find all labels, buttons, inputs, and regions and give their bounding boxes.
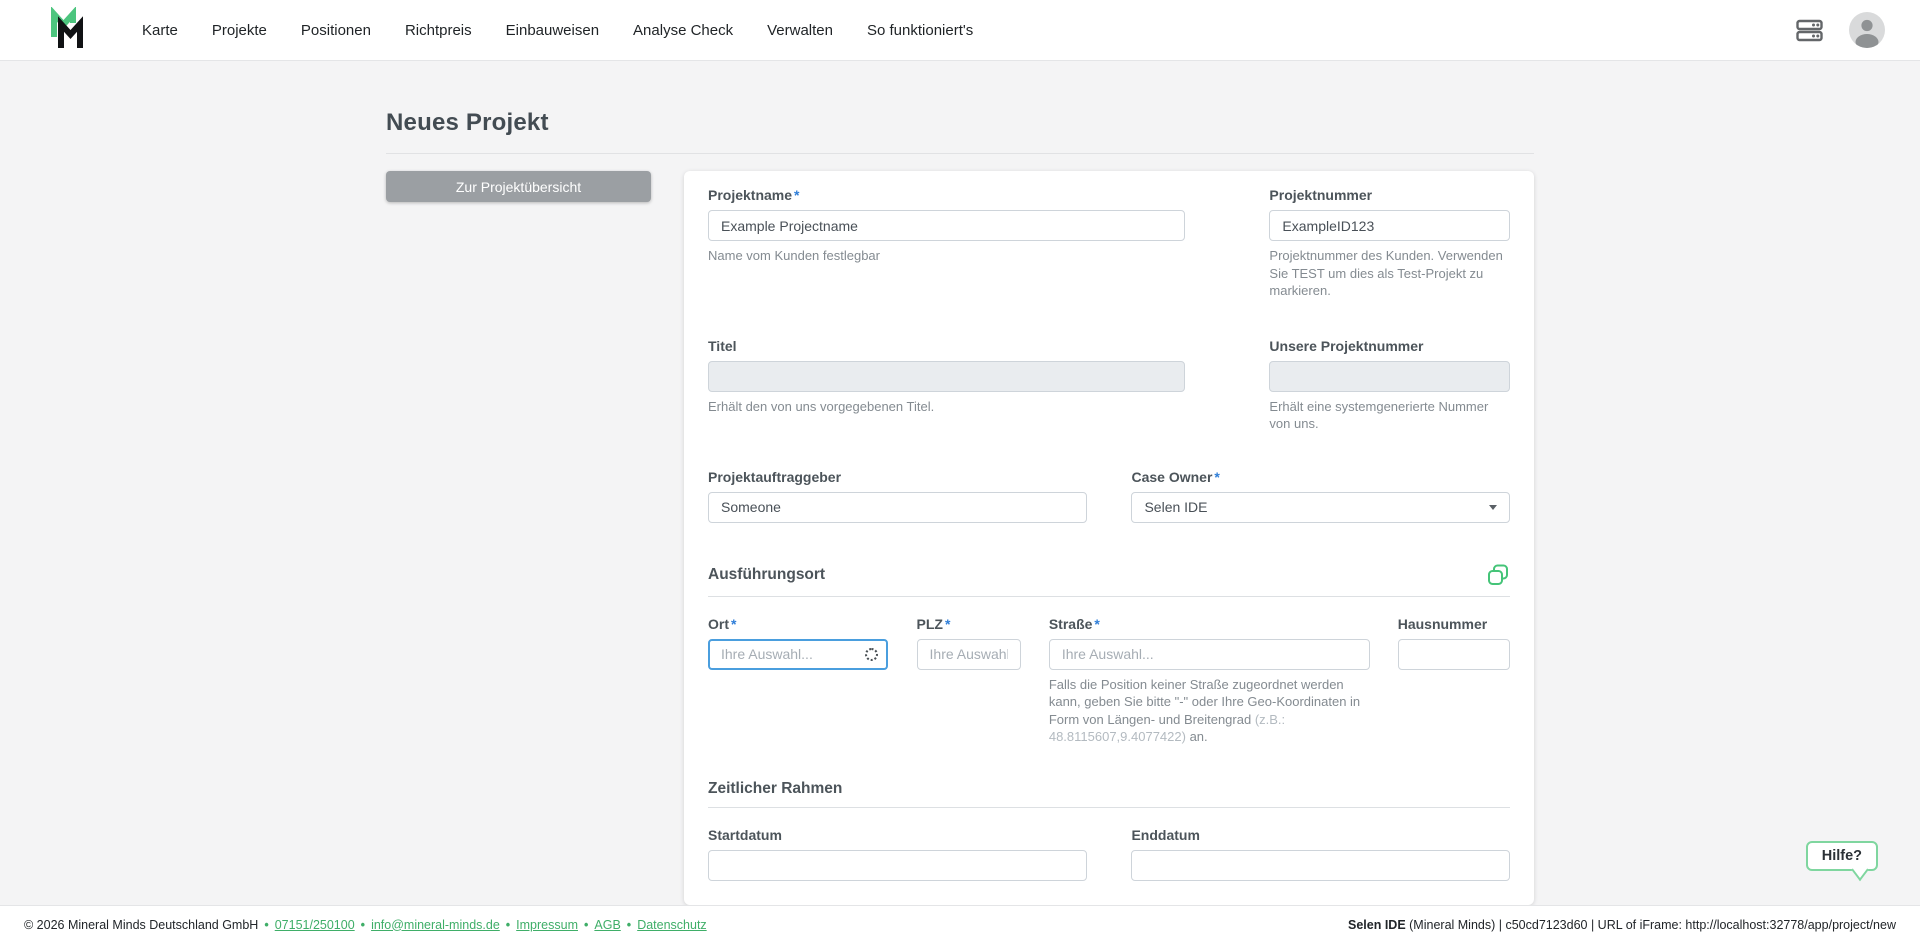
footer-link-impressum[interactable]: Impressum: [516, 918, 578, 932]
title-divider: [386, 153, 1534, 154]
case-owner-select[interactable]: Selen IDE: [1131, 492, 1510, 523]
required-marker: *: [794, 187, 799, 203]
plz-input[interactable]: [917, 639, 1021, 670]
main-area: Neues Projekt Zur Projektübersicht Proje…: [0, 61, 1920, 905]
projektname-label-text: Projektname: [708, 187, 792, 203]
projektnummer-input[interactable]: [1269, 210, 1510, 241]
project-form-card: Projektname* Name vom Kunden festlegbar …: [684, 171, 1534, 905]
nav-right-actions: [1796, 12, 1885, 48]
plz-label: PLZ*: [917, 616, 1021, 632]
footer-link-datenschutz[interactable]: Datenschutz: [637, 918, 706, 932]
nav-item-einbauweisen[interactable]: Einbauweisen: [506, 22, 599, 39]
nav-item-richtpreis[interactable]: Richtpreis: [405, 22, 472, 39]
strasse-label: Straße*: [1049, 616, 1370, 632]
mm-monogram-icon: [45, 7, 89, 53]
user-avatar[interactable]: [1849, 12, 1885, 48]
titel-input: [708, 361, 1185, 392]
nav-item-analyse-check[interactable]: Analyse Check: [633, 22, 733, 39]
server-icon: [1796, 19, 1823, 42]
projektnummer-label: Projektnummer: [1269, 187, 1510, 203]
nav-item-karte[interactable]: Karte: [142, 22, 178, 39]
unsere-projektnummer-label: Unsere Projektnummer: [1269, 338, 1510, 354]
footer-separator: •: [506, 918, 510, 932]
footer-separator: •: [361, 918, 365, 932]
nav-item-so-funktionierts[interactable]: So funktioniert's: [867, 22, 973, 39]
titel-label: Titel: [708, 338, 1185, 354]
section-divider: [708, 596, 1510, 597]
strasse-input[interactable]: [1049, 639, 1370, 670]
top-navigation: Karte Projekte Positionen Richtpreis Ein…: [0, 0, 1920, 61]
plz-label-text: PLZ: [917, 616, 943, 632]
server-status-button[interactable]: [1796, 19, 1823, 42]
projektauftraggeber-label: Projektauftraggeber: [708, 469, 1087, 485]
ort-label: Ort*: [708, 616, 888, 632]
strasse-help-main: Falls die Position keiner Straße zugeord…: [1049, 677, 1360, 727]
strasse-help: Falls die Position keiner Straße zugeord…: [1049, 676, 1370, 746]
footer-separator: •: [584, 918, 588, 932]
required-marker: *: [1214, 469, 1219, 485]
help-bubble-button[interactable]: Hilfe?: [1806, 841, 1878, 871]
unsere-projektnummer-help: Erhält eine systemgenerierte Nummer von …: [1269, 398, 1510, 433]
projektname-input[interactable]: [708, 210, 1185, 241]
case-owner-label: Case Owner*: [1131, 469, 1510, 485]
section-title-zeitlicher-rahmen: Zeitlicher Rahmen: [708, 780, 842, 798]
enddatum-input[interactable]: [1131, 850, 1510, 881]
projektname-help: Name vom Kunden festlegbar: [708, 247, 1185, 265]
brand-logo[interactable]: [45, 7, 89, 53]
titel-help: Erhält den von uns vorgegebenen Titel.: [708, 398, 1185, 416]
footer-session-user: Selen IDE: [1348, 918, 1406, 932]
strasse-label-text: Straße: [1049, 616, 1093, 632]
footer-separator: •: [627, 918, 631, 932]
nav-item-projekte[interactable]: Projekte: [212, 22, 267, 39]
page-title: Neues Projekt: [386, 109, 1534, 137]
startdatum-input[interactable]: [708, 850, 1087, 881]
ort-input[interactable]: [708, 639, 888, 670]
main-menu: Karte Projekte Positionen Richtpreis Ein…: [142, 22, 973, 39]
projektname-label: Projektname*: [708, 187, 1185, 203]
footer-link-agb[interactable]: AGB: [594, 918, 620, 932]
required-marker: *: [731, 616, 736, 632]
footer-copyright: © 2026 Mineral Minds Deutschland GmbH: [24, 918, 258, 932]
section-title-ausfuehrungsort: Ausführungsort: [708, 566, 825, 584]
required-marker: *: [1094, 616, 1099, 632]
required-marker: *: [945, 616, 950, 632]
case-owner-selected-value: Selen IDE: [1144, 499, 1207, 515]
copy-location-icon[interactable]: [1486, 563, 1510, 587]
footer-link-email[interactable]: info@mineral-minds.de: [371, 918, 500, 932]
left-column: Zur Projektübersicht: [386, 171, 651, 202]
projektnummer-help: Projektnummer des Kunden. Verwenden Sie …: [1269, 247, 1510, 300]
projektauftraggeber-input[interactable]: [708, 492, 1087, 523]
ort-label-text: Ort: [708, 616, 729, 632]
back-to-overview-button[interactable]: Zur Projektübersicht: [386, 171, 651, 202]
nav-item-positionen[interactable]: Positionen: [301, 22, 371, 39]
footer-session-detail: (Mineral Minds) | c50cd7123d60 | URL of …: [1406, 918, 1896, 932]
section-divider: [708, 807, 1510, 808]
case-owner-label-text: Case Owner: [1131, 469, 1212, 485]
hausnummer-input[interactable]: [1398, 639, 1510, 670]
hausnummer-label: Hausnummer: [1398, 616, 1510, 632]
footer-left: © 2026 Mineral Minds Deutschland GmbH • …: [24, 918, 707, 932]
nav-item-verwalten[interactable]: Verwalten: [767, 22, 833, 39]
footer-session-info: Selen IDE (Mineral Minds) | c50cd7123d60…: [1348, 918, 1896, 932]
person-icon: [1849, 12, 1885, 48]
unsere-projektnummer-input: [1269, 361, 1510, 392]
enddatum-label: Enddatum: [1131, 827, 1510, 843]
app-footer: © 2026 Mineral Minds Deutschland GmbH • …: [0, 905, 1920, 943]
footer-separator: •: [264, 918, 268, 932]
chevron-down-icon: [1489, 505, 1497, 510]
footer-link-phone[interactable]: 07151/250100: [275, 918, 355, 932]
startdatum-label: Startdatum: [708, 827, 1087, 843]
strasse-help-suffix: an.: [1186, 729, 1208, 744]
